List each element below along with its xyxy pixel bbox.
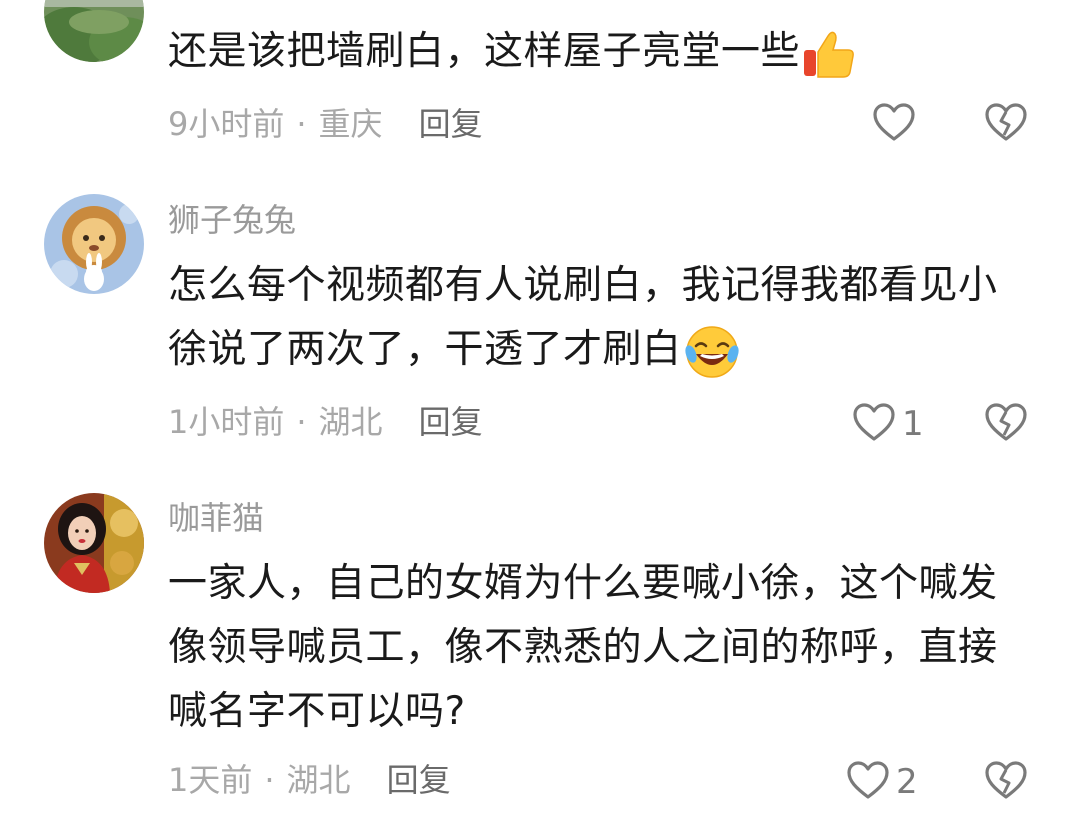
comment-username[interactable]: 狮子兔兔 <box>168 200 296 240</box>
thumbs-up-emoji <box>802 26 858 82</box>
reply-button[interactable]: 回复 <box>387 761 451 799</box>
comment-text: 一家人，自己的女婿为什么要喊小徐，这个喊发 像领导喊员工，像不熟悉的人之间的称呼… <box>168 552 1038 744</box>
broken-heart-icon <box>984 103 1028 146</box>
reply-button[interactable]: 回复 <box>419 403 483 441</box>
like-button[interactable]: 1 <box>852 402 924 446</box>
comment-text: 怎么每个视频都有人说刷白，我记得我都看见小 徐说了两次了，干透了才刷白 <box>168 254 1038 382</box>
dislike-button[interactable] <box>984 402 1028 446</box>
avatar[interactable] <box>44 493 144 593</box>
like-button[interactable]: 2 <box>846 760 918 804</box>
comment-location: 湖北 <box>286 761 351 799</box>
comment-location: 湖北 <box>318 403 383 441</box>
like-button[interactable] <box>872 102 922 146</box>
comment-time: 1小时前 <box>168 403 285 441</box>
comment-line: 怎么每个视频都有人说刷白，我记得我都看见小 <box>168 263 998 308</box>
dislike-button[interactable] <box>984 102 1028 146</box>
comment-line: 还是该把墙刷白，这样屋子亮堂一些 <box>168 29 801 74</box>
avatar[interactable] <box>44 0 144 62</box>
avatar[interactable] <box>44 194 144 294</box>
comment-line: 一家人，自己的女婿为什么要喊小徐，这个喊发 <box>168 561 998 606</box>
comment-username[interactable]: 咖菲猫 <box>168 498 264 538</box>
like-count: 1 <box>902 404 924 444</box>
broken-heart-icon <box>984 403 1028 446</box>
comment-line: 喊名字不可以吗? <box>168 689 466 734</box>
comment-text: 还是该把墙刷白，这样屋子亮堂一些 <box>168 20 1038 84</box>
meta-separator: · <box>296 105 307 143</box>
comment-line: 像领导喊员工，像不熟悉的人之间的称呼，直接 <box>168 625 998 670</box>
like-count: 2 <box>896 762 918 802</box>
meta-separator: · <box>264 761 275 799</box>
dislike-button[interactable] <box>984 760 1028 804</box>
heart-icon <box>852 402 896 446</box>
laughing-crying-emoji <box>684 324 740 380</box>
comment-time: 9小时前 <box>168 105 285 143</box>
broken-heart-icon <box>984 761 1028 804</box>
comment-location: 重庆 <box>318 105 383 143</box>
comment-line: 徐说了两次了，干透了才刷白 <box>168 327 682 372</box>
meta-separator: · <box>296 403 307 441</box>
comment-meta: 1天前 · 湖北 回复 <box>168 760 451 800</box>
heart-icon <box>846 760 890 804</box>
comment-meta: 9小时前 · 重庆 回复 <box>168 104 483 144</box>
comment-meta: 1小时前 · 湖北 回复 <box>168 402 483 442</box>
comment-time: 1天前 <box>168 761 253 799</box>
heart-icon <box>872 102 916 146</box>
reply-button[interactable]: 回复 <box>419 105 483 143</box>
